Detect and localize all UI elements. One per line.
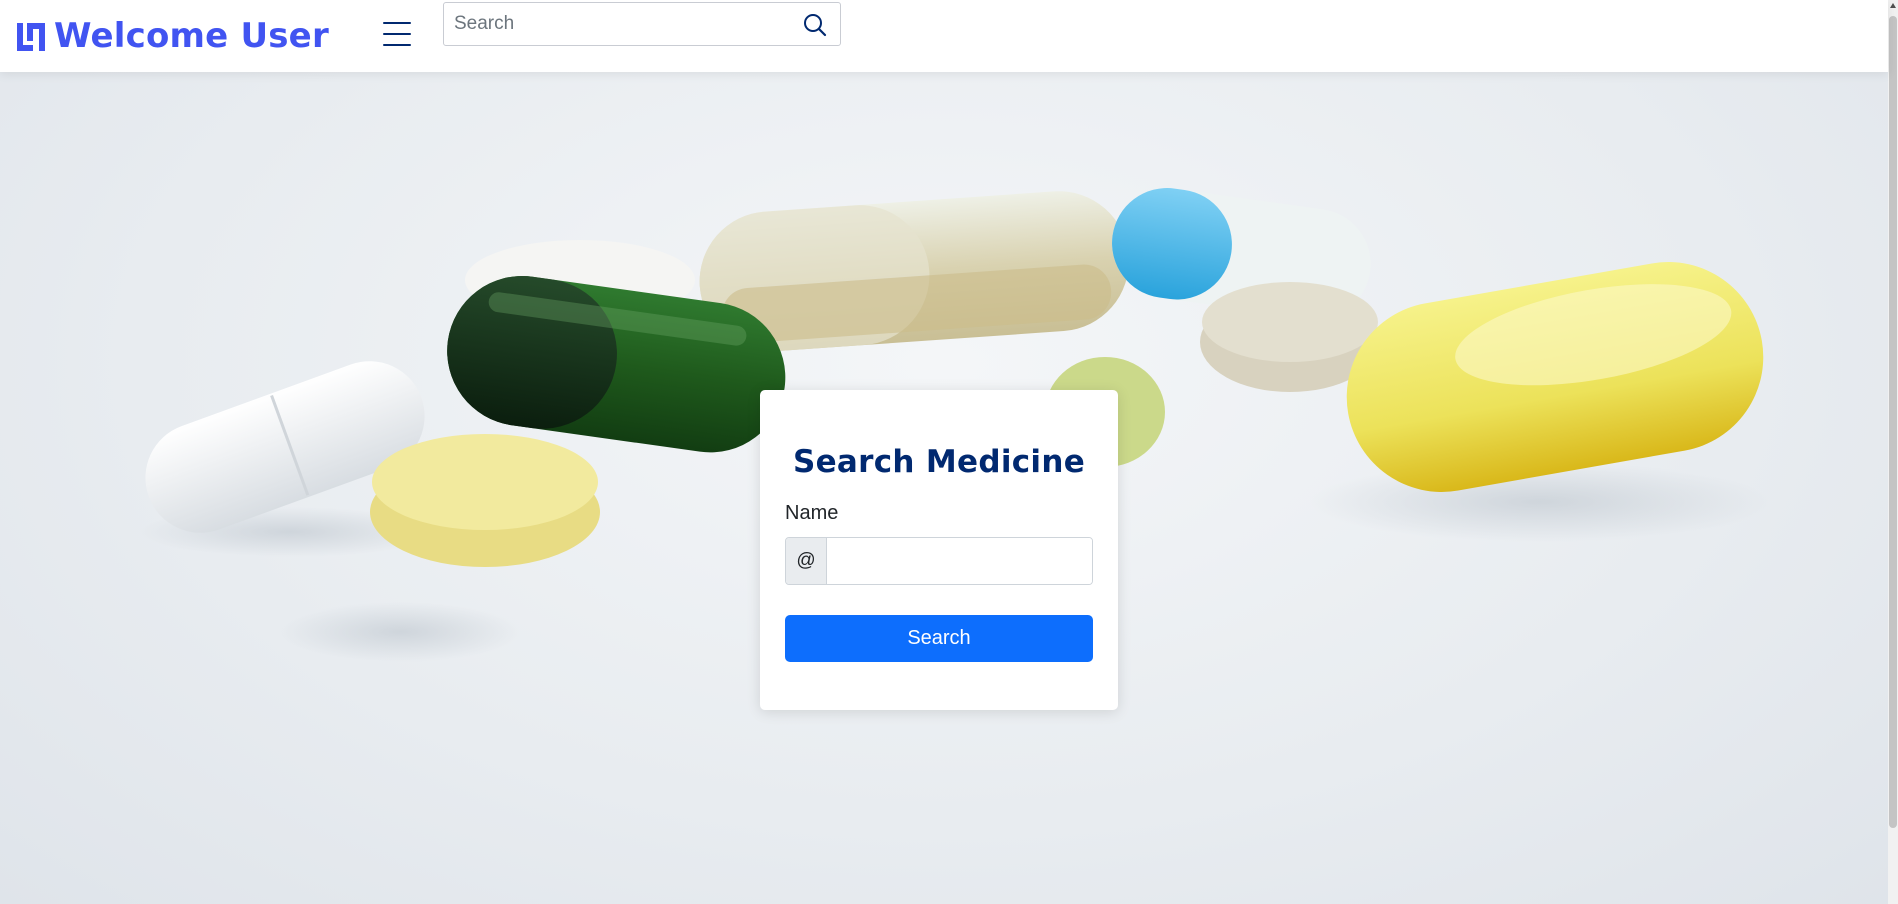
search-medicine-card: Search Medicine Name @ Search	[760, 390, 1118, 710]
card-title: Search Medicine	[792, 444, 1086, 480]
name-input-group: @	[785, 537, 1093, 585]
header-search-bar	[443, 2, 841, 46]
scrollbar-thumb[interactable]	[1889, 16, 1897, 828]
at-addon: @	[786, 538, 827, 584]
header-search-input[interactable]	[444, 3, 804, 45]
brand-title: Welcome User	[54, 16, 329, 56]
search-submit-button[interactable]: Search	[785, 615, 1093, 662]
hamburger-menu-icon[interactable]	[383, 22, 411, 46]
brand[interactable]: Welcome User	[14, 16, 329, 56]
search-icon[interactable]	[802, 12, 828, 38]
name-label: Name	[785, 502, 839, 524]
name-input[interactable]	[827, 538, 1092, 584]
top-header: Welcome User	[0, 0, 1888, 72]
hero-background: Search Medicine Name @ Search	[0, 72, 1888, 904]
page-scrollbar[interactable]	[1888, 0, 1898, 904]
scroll-up-icon[interactable]	[1890, 3, 1896, 8]
logo-icon	[17, 23, 45, 51]
